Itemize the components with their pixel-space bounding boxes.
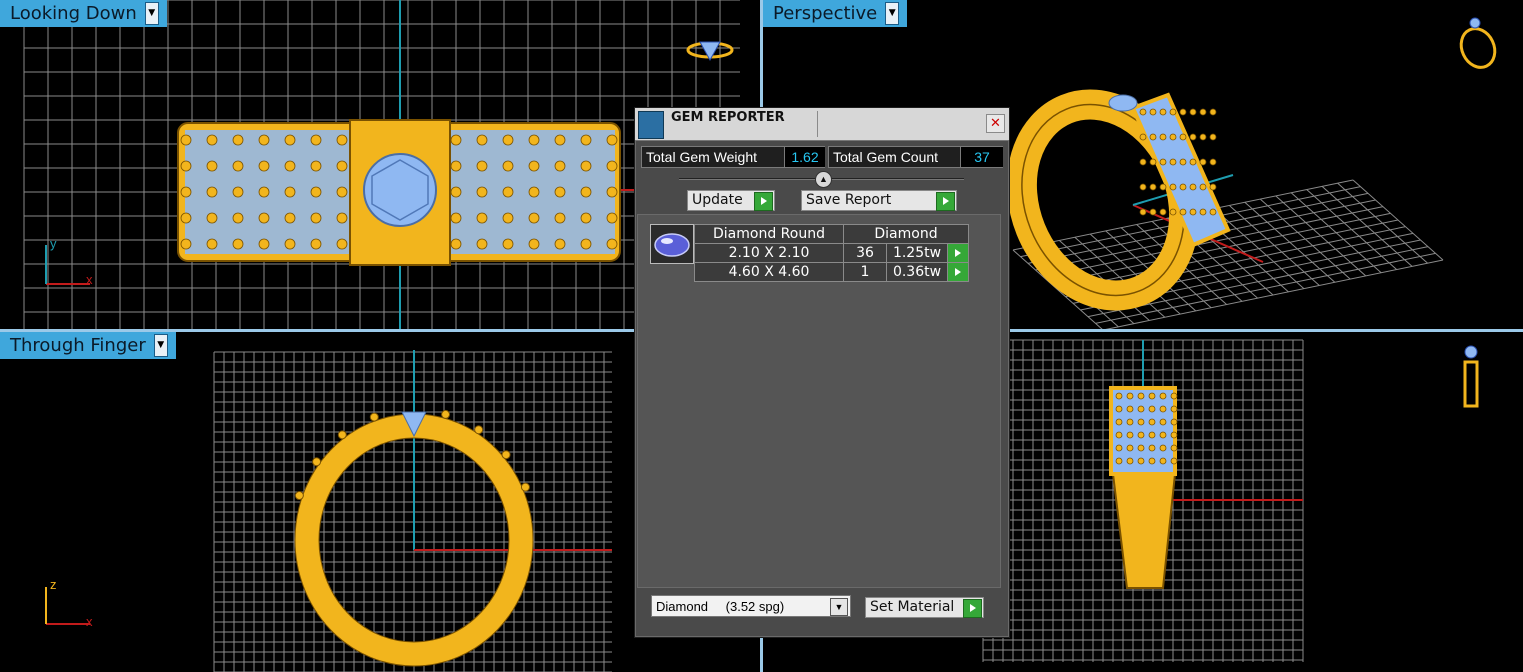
update-button[interactable]: Update [687,190,775,211]
viewport-label-through-finger[interactable]: Through Finger ▼ [0,332,176,359]
gem-reporter-icon [638,111,664,139]
header-gem-shape: Diamond Round [694,224,844,244]
set-material-button[interactable]: Set Material [865,597,984,618]
material-select[interactable]: Diamond (3.52 spg) ▼ [651,595,851,617]
save-report-button[interactable]: Save Report [801,190,957,211]
total-gem-count-value: 37 [960,147,1003,167]
axis-label-x: x [86,272,93,287]
play-arrow-icon [963,599,982,618]
gem-reporter-panel: GEM REPORTER ✕ Total Gem Weight 1.62 Tot… [634,107,1010,638]
viewport-label-text: Perspective [773,3,878,24]
gem-table: Diamond Round Diamond 2.10 X 2.10 36 1.2… [694,224,969,282]
viewport-label-text: Looking Down [10,3,137,24]
viewport-label-text: Through Finger [10,335,146,356]
viewport-label-looking-down[interactable]: Looking Down ▼ [0,0,167,27]
gem-weight: 1.25tw [886,243,948,263]
material-density: (3.52 spg) [725,599,785,614]
table-row[interactable]: 4.60 X 4.60 1 0.36tw [694,262,969,282]
axis-label-y: y [50,236,57,251]
axis-label-z: z [50,577,57,592]
row-action-arrow-icon[interactable] [947,262,969,282]
total-gem-weight-value: 1.62 [784,147,825,167]
chevron-down-icon[interactable]: ▼ [144,2,159,25]
total-gem-count: Total Gem Count 37 [828,146,1003,168]
gem-count: 36 [843,243,887,263]
play-arrow-icon [754,192,773,211]
row-action-arrow-icon[interactable] [947,243,969,263]
gem-count: 1 [843,262,887,282]
total-gem-count-label: Total Gem Count [833,149,939,165]
table-row[interactable]: 2.10 X 2.10 36 1.25tw [694,243,969,263]
gem-size: 2.10 X 2.10 [694,243,844,263]
material-name: Diamond [656,599,709,614]
gem-reporter-titlebar[interactable]: GEM REPORTER ✕ [635,108,1009,141]
chevron-down-icon[interactable]: ▼ [830,598,848,616]
viewport-label-perspective[interactable]: Perspective ▼ [763,0,908,27]
set-material-button-label: Set Material [870,599,955,615]
play-arrow-icon [936,192,955,211]
total-gem-weight-label: Total Gem Weight [646,149,758,165]
splitter-handle[interactable]: ▲ [815,171,832,188]
total-gem-weight: Total Gem Weight 1.62 [641,146,825,168]
gem-table-header: Diamond Round Diamond [694,224,969,244]
gem-size: 4.60 X 4.60 [694,262,844,282]
close-icon[interactable]: ✕ [986,114,1005,133]
update-button-label: Update [692,192,743,208]
save-report-button-label: Save Report [806,192,892,208]
gem-thumbnail[interactable] [650,224,694,264]
chevron-down-icon[interactable]: ▼ [885,2,900,25]
diamond-round-icon [654,233,690,257]
gem-list-area[interactable]: Diamond Round Diamond 2.10 X 2.10 36 1.2… [637,214,1001,588]
axis-label-x: x [86,614,93,629]
gem-reporter-title: GEM REPORTER [671,110,785,125]
gem-weight: 0.36tw [886,262,948,282]
title-separator [817,111,818,137]
chevron-down-icon[interactable]: ▼ [153,334,168,357]
header-gem-material: Diamond [843,224,969,244]
